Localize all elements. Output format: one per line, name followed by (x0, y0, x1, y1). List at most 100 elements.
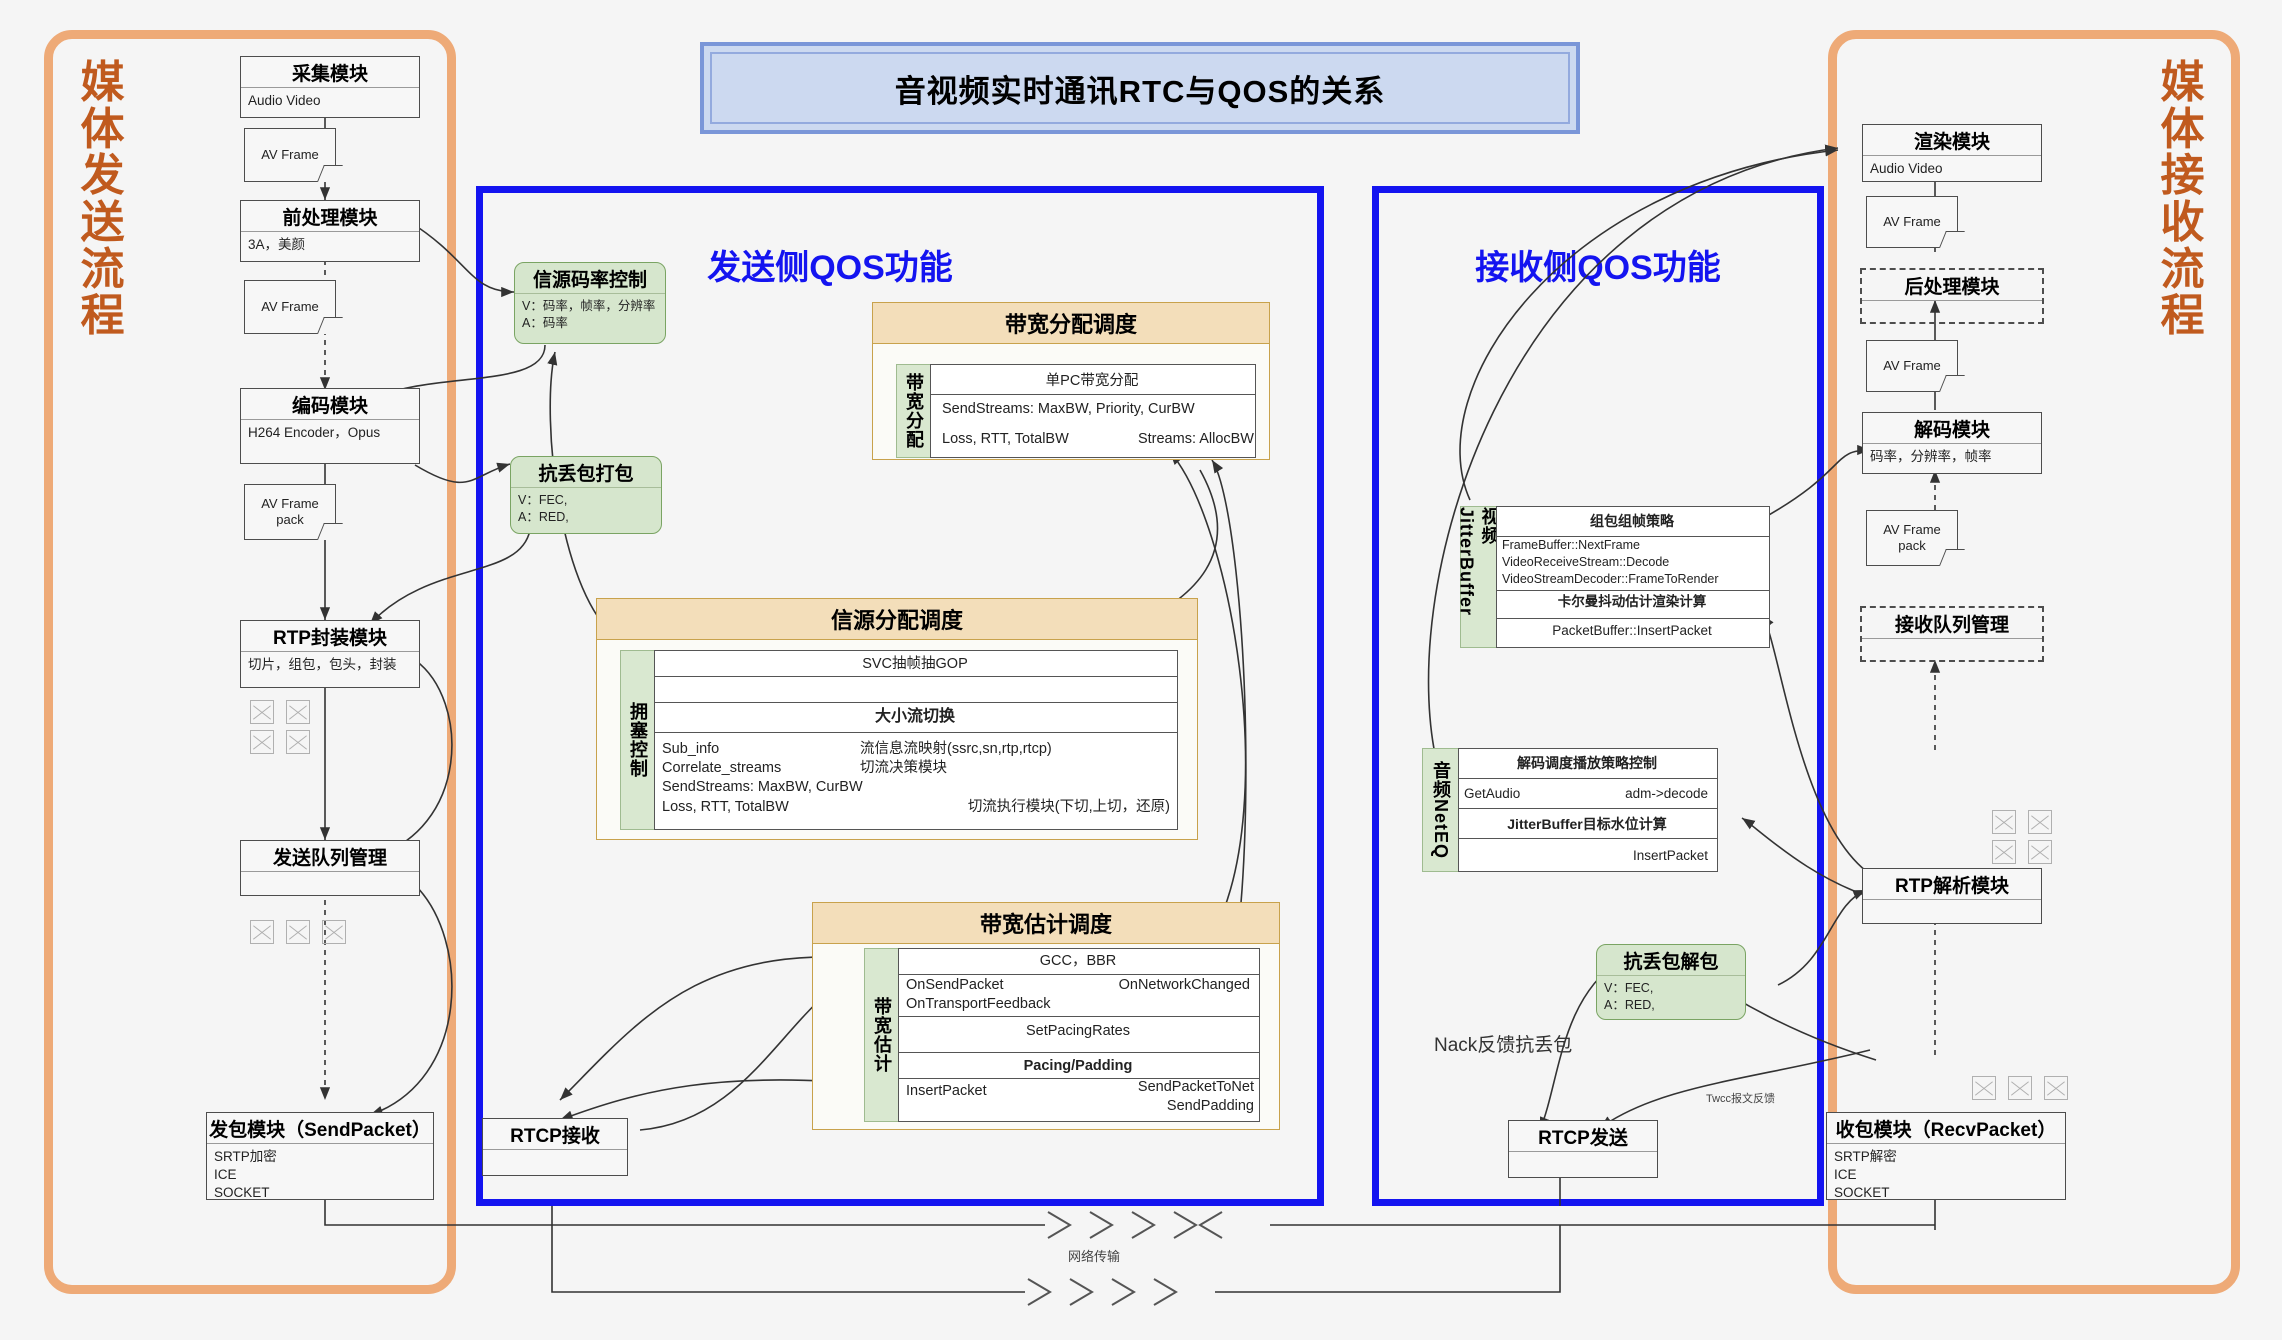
module-postprocess-body (1862, 301, 2042, 308)
module-send-packet[interactable]: 发包模块（SendPacket） SRTP加密 ICE SOCKET (206, 1112, 434, 1200)
bandwidth-alloc-row2-right: Streams: AllocBW (1137, 431, 1254, 447)
video-jitterbuffer-vlabel: 视频JitterBuffer (1457, 506, 1500, 648)
placeholder-icon (250, 730, 274, 754)
box-fec-packetize[interactable]: 抗丢包打包 V：FEC, A：RED, (510, 456, 662, 534)
box-source-rate-control[interactable]: 信源码率控制 V：码率，帧率，分辨率 A：码率 (514, 262, 666, 344)
module-rtp-parse-title: RTP解析模块 (1863, 869, 2041, 900)
placeholder-icon (2044, 1076, 2068, 1100)
box-fec-depacketize[interactable]: 抗丢包解包 V：FEC, A：RED, (1596, 944, 1746, 1020)
module-render[interactable]: 渲染模块 Audio Video (1862, 124, 2042, 182)
bandwidth-est-vlabel: 带宽估计 (864, 948, 900, 1122)
module-postprocess[interactable]: 后处理模块 (1860, 268, 2044, 324)
module-recv-queue-body (1862, 639, 2042, 646)
module-recv-queue[interactable]: 接收队列管理 (1860, 606, 2044, 662)
audio-neteq-row3-right: InsertPacket (1632, 848, 1708, 863)
box-rtcp-receive[interactable]: RTCP接收 (482, 1118, 628, 1176)
source-alloc-detail-left: Sub_info Correlate_streams SendStreams: … (662, 741, 863, 795)
module-encode-title: 编码模块 (241, 389, 419, 420)
module-capture[interactable]: 采集模块 Audio Video (240, 56, 420, 118)
bandwidth-alloc-row1: SendStreams: MaxBW, Priority, CurBW (942, 401, 1195, 417)
recv-flow-title: 媒 体 接 收 流 程 (2160, 58, 2206, 341)
video-jitterbuffer-row1: FrameBuffer::NextFrame VideoReceiveStrea… (1502, 538, 1719, 586)
module-rtp-packetize-body: 切片，组包，包头，封装 (248, 657, 397, 672)
module-preprocess[interactable]: 前处理模块 3A，美颜 (240, 200, 420, 262)
source-alloc-row2: 大小流切换 (874, 708, 955, 725)
module-rtp-packetize[interactable]: RTP封装模块 切片，组包，包头，封装 (240, 620, 420, 688)
module-send-queue-body (241, 872, 419, 879)
bandwidth-alloc-row2-left: Loss, RTT, TotalBW (942, 431, 1069, 447)
module-rtp-parse[interactable]: RTP解析模块 (1862, 868, 2042, 924)
module-preprocess-body: 3A，美颜 (248, 237, 306, 252)
bandwidth-alloc-row0: 单PC带宽分配 (1045, 373, 1139, 389)
module-rtp-parse-body (1863, 900, 2041, 907)
send-flow-title: 媒 体 发 送 流 程 (80, 58, 126, 341)
placeholder-icon (286, 700, 310, 724)
box-source-rate-control-body: V：码率，帧率，分辨率 A：码率 (522, 299, 656, 330)
module-recv-packet[interactable]: 收包模块（RecvPacket） SRTP解密 ICE SOCKET (1826, 1112, 2066, 1200)
recv-qos-title: 接收侧QOS功能 (1475, 249, 1721, 287)
module-capture-body: Audio Video (248, 93, 321, 108)
box-source-rate-control-title: 信源码率控制 (515, 263, 665, 294)
placeholder-icon (286, 920, 310, 944)
bandwidth-est-row0: GCC，BBR (1039, 953, 1117, 969)
module-render-body: Audio Video (1870, 161, 1943, 176)
bandwidth-alloc-vlabel-text: 带宽分配 (904, 373, 924, 449)
note-av-frame-2: AV Frame (244, 280, 336, 334)
note-recv-av-frame-1: AV Frame (1866, 196, 1958, 248)
box-rtcp-receive-title: RTCP接收 (483, 1119, 627, 1150)
bandwidth-alloc-title: 带宽分配调度 (873, 303, 1269, 344)
note-recv-av-frame-pack: AV Frame pack (1866, 510, 1958, 566)
send-qos-title: 发送侧QOS功能 (707, 249, 953, 287)
label-nack-feedback: Nack反馈抗丢包 (1434, 1035, 1573, 1056)
placeholder-icon (2008, 1076, 2032, 1100)
placeholder-icon (1972, 1076, 1996, 1100)
module-render-title: 渲染模块 (1863, 125, 2041, 156)
module-postprocess-title: 后处理模块 (1862, 270, 2042, 301)
video-jitterbuffer-row0: 组包组帧策略 (1590, 513, 1674, 529)
placeholder-icon (1992, 810, 2016, 834)
bandwidth-est-row1-right: OnNetworkChanged (1118, 977, 1250, 993)
video-jitterbuffer-row2: 卡尔曼抖动估计渲染计算 (1557, 594, 1707, 609)
audio-neteq-vlabel: 音频NetEQ (1422, 748, 1460, 872)
module-rtp-packetize-title: RTP封装模块 (241, 621, 419, 652)
label-network-transport: 网络传输 (1068, 1249, 1121, 1264)
placeholder-icon (2028, 810, 2052, 834)
box-rtcp-send[interactable]: RTCP发送 (1508, 1120, 1658, 1178)
module-decode-title: 解码模块 (1863, 413, 2041, 444)
box-fec-depacketize-body: V：FEC, A：RED, (1604, 981, 1655, 1012)
module-preprocess-title: 前处理模块 (241, 201, 419, 232)
module-send-packet-title: 发包模块（SendPacket） (207, 1113, 433, 1144)
source-alloc-detail-mid: 流信息流映射(ssrc,sn,rtp,rtcp) 切流决策模块 (860, 741, 1052, 776)
module-recv-packet-title: 收包模块（RecvPacket） (1827, 1113, 2065, 1144)
module-recv-packet-body: SRTP解密 ICE SOCKET (1834, 1149, 1897, 1201)
audio-neteq-row0: 解码调度播放策略控制 (1517, 755, 1657, 771)
bandwidth-alloc-vlabel: 带宽分配 (896, 364, 932, 458)
audio-neteq-row1-left: GetAudio (1464, 786, 1521, 801)
module-encode-body: H264 Encoder，Opus (248, 425, 381, 440)
module-send-packet-body: SRTP加密 ICE SOCKET (214, 1149, 277, 1201)
box-fec-depacketize-title: 抗丢包解包 (1597, 945, 1745, 976)
module-decode[interactable]: 解码模块 码率，分辨率，帧率 (1862, 412, 2042, 474)
source-alloc-detail-bottom-left: Loss, RTT, TotalBW (662, 799, 789, 815)
audio-neteq-row1-right: adm->decode (1625, 786, 1708, 801)
box-fec-packetize-body: V：FEC, A：RED, (518, 493, 569, 524)
module-send-queue[interactable]: 发送队列管理 (240, 840, 420, 896)
box-fec-packetize-title: 抗丢包打包 (511, 457, 661, 488)
placeholder-icon (250, 700, 274, 724)
placeholder-icon (322, 920, 346, 944)
module-encode[interactable]: 编码模块 H264 Encoder，Opus (240, 388, 420, 464)
source-alloc-detail-bottom-right: 切流执行模块(下切,上切，还原) (967, 799, 1170, 815)
module-recv-queue-title: 接收队列管理 (1862, 608, 2042, 639)
bandwidth-est-row3: Pacing/Padding (1023, 1058, 1133, 1074)
placeholder-icon (250, 920, 274, 944)
note-av-frame-1: AV Frame (244, 128, 336, 182)
bandwidth-est-row2: SetPacingRates (1026, 1023, 1130, 1039)
placeholder-icon (286, 730, 310, 754)
source-alloc-row0: SVC抽帧抽GOP (862, 656, 968, 672)
video-jitterbuffer-row3: PacketBuffer::InsertPacket (1552, 623, 1712, 638)
module-decode-body: 码率，分辨率，帧率 (1870, 449, 1992, 464)
box-rtcp-receive-body (483, 1150, 627, 1157)
source-alloc-vlabel-text: 拥塞控制 (628, 702, 648, 778)
placeholder-icon (2028, 840, 2052, 864)
box-rtcp-send-title: RTCP发送 (1509, 1121, 1657, 1152)
